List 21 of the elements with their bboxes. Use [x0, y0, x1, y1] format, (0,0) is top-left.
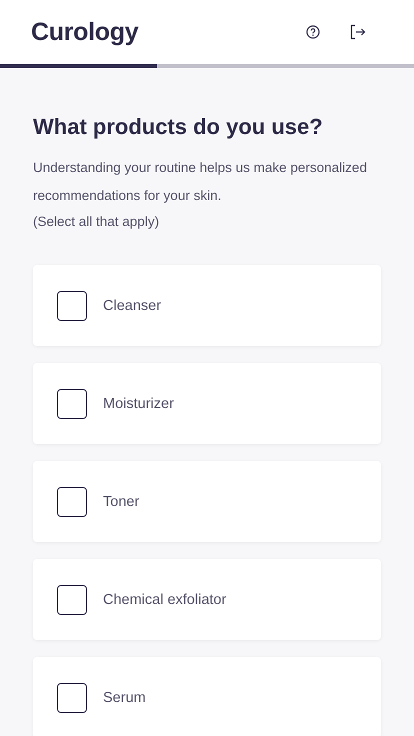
checkbox[interactable]: [57, 584, 87, 614]
option-card[interactable]: Cleanser: [33, 265, 381, 346]
help-icon[interactable]: [306, 25, 320, 39]
question-description: Understanding your routine helps us make personalized recommendations for your skin.: [33, 159, 368, 205]
logout-icon[interactable]: [350, 24, 366, 40]
option-card[interactable]: Moisturizer: [33, 363, 381, 444]
option-label: Cleanser: [103, 298, 162, 314]
option-card[interactable]: Toner: [33, 461, 381, 542]
checkbox[interactable]: [57, 290, 87, 320]
option-label: Toner: [103, 494, 140, 510]
logo[interactable]: Curology: [31, 18, 138, 46]
select-hint: (Select all that apply): [33, 214, 160, 229]
question-title: What products do you use?: [33, 114, 324, 140]
option-label: Serum: [103, 690, 146, 706]
option-label: Chemical exfoliator: [103, 592, 226, 608]
option-label: Moisturizer: [103, 396, 174, 412]
checkbox[interactable]: [57, 388, 87, 418]
option-card[interactable]: Serum: [33, 657, 381, 736]
option-card[interactable]: Chemical exfoliator: [33, 559, 381, 640]
checkbox[interactable]: [57, 682, 87, 712]
checkbox[interactable]: [57, 486, 87, 516]
